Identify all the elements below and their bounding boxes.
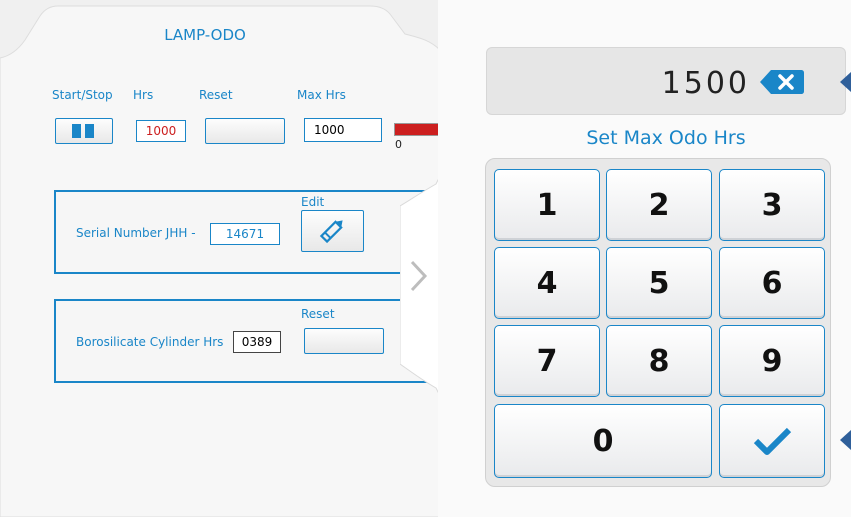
hrs-gauge-bar <box>394 123 440 136</box>
cylinder-hours-value: 0389 <box>233 331 281 353</box>
reset-cylinder-button[interactable] <box>304 328 384 354</box>
pencil-icon <box>319 220 343 244</box>
key-4[interactable]: 4 <box>494 247 600 319</box>
numeric-keypad: 1 2 3 4 5 6 7 8 9 0 <box>485 158 831 487</box>
hrs-value: 1000 <box>136 120 186 142</box>
edit-serial-button[interactable] <box>301 210 364 252</box>
checkmark-icon <box>753 427 792 455</box>
key-1[interactable]: 1 <box>494 169 600 241</box>
serial-number-value: 14671 <box>210 223 280 245</box>
key-2[interactable]: 2 <box>606 169 712 241</box>
value-display: 1500 <box>486 47 846 115</box>
key-8[interactable]: 8 <box>606 325 712 397</box>
edit-label: Edit <box>301 195 325 209</box>
start-stop-button[interactable] <box>55 118 113 144</box>
gauge-zero-label: 0 <box>395 138 402 151</box>
confirm-button[interactable] <box>719 404 825 478</box>
pause-icon <box>72 124 94 138</box>
display-value: 1500 <box>661 66 750 101</box>
serial-number-label: Serial Number JHH - <box>76 226 196 240</box>
confirm-pointer-icon <box>840 430 851 450</box>
display-pointer-icon <box>840 72 851 92</box>
key-3[interactable]: 3 <box>719 169 825 241</box>
max-hrs-field[interactable]: 1000 <box>304 118 382 142</box>
reset-label: Reset <box>199 88 233 102</box>
cylinder-hours-label: Borosilicate Cylinder Hrs <box>76 335 224 349</box>
key-7[interactable]: 7 <box>494 325 600 397</box>
backspace-icon[interactable] <box>759 68 805 96</box>
key-5[interactable]: 5 <box>606 247 712 319</box>
key-6[interactable]: 6 <box>719 247 825 319</box>
stage: LAMP-ODO Start/Stop Hrs Reset Max Hrs 10… <box>0 0 851 517</box>
max-hrs-label: Max Hrs <box>297 88 346 102</box>
key-0[interactable]: 0 <box>494 404 712 478</box>
lamp-odo-panel: LAMP-ODO Start/Stop Hrs Reset Max Hrs 10… <box>0 0 440 517</box>
set-max-odo-label: Set Max Odo Hrs <box>586 127 746 149</box>
page-title: LAMP-ODO <box>164 26 246 44</box>
key-9[interactable]: 9 <box>719 325 825 397</box>
cylinder-reset-label: Reset <box>301 307 335 321</box>
keypad-panel: 1500 Set Max Odo Hrs 1 2 3 4 5 6 7 8 9 0 <box>438 0 851 517</box>
hrs-label: Hrs <box>133 88 154 102</box>
reset-hrs-button[interactable] <box>205 118 285 144</box>
start-stop-label: Start/Stop <box>52 88 113 102</box>
